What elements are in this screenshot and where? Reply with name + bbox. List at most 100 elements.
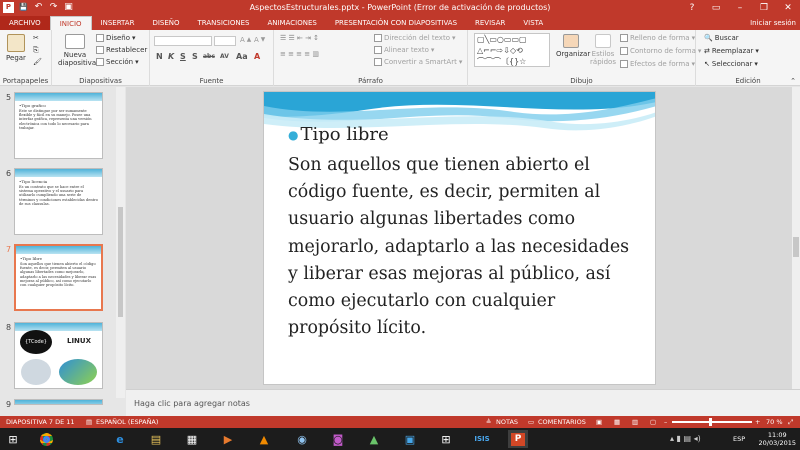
reading-view-icon[interactable]: ▥ bbox=[632, 418, 638, 426]
align-buttons[interactable]: ≡ ≡ ≡ ≡ ▥ bbox=[280, 50, 319, 58]
start-button[interactable]: ⊞ bbox=[3, 430, 23, 448]
bold-button[interactable]: N bbox=[156, 52, 163, 61]
text-direction-button[interactable]: Dirección del texto ▾ bbox=[374, 34, 456, 42]
slide-thumbnail-7[interactable]: •Tipo libre Son aquellos que tienen abie… bbox=[14, 244, 103, 311]
bullets-button[interactable]: ☰ ☰ ⇤ ⇥ ↕ bbox=[280, 34, 319, 42]
normal-view-icon[interactable]: ▣ bbox=[596, 418, 602, 426]
comments-icon[interactable]: ▭ bbox=[528, 418, 534, 426]
vlc-icon[interactable]: ▲ bbox=[254, 430, 274, 448]
webcam-icon[interactable]: ◉ bbox=[292, 430, 312, 448]
zoom-slider[interactable] bbox=[672, 418, 752, 426]
layout-button[interactable]: Diseño ▾ bbox=[96, 34, 136, 42]
italic-button[interactable]: K bbox=[168, 52, 174, 61]
tab-inicio[interactable]: INICIO bbox=[49, 16, 92, 30]
network-icon[interactable]: ⊞ bbox=[436, 430, 456, 448]
shrink-font-button[interactable]: A ▼ bbox=[254, 36, 265, 44]
smartart-button[interactable]: Convertir a SmartArt ▾ bbox=[374, 58, 462, 66]
align-text-button[interactable]: Alinear texto ▾ bbox=[374, 46, 434, 54]
slide-title[interactable]: ● Tipo libre bbox=[288, 124, 389, 145]
tab-vista[interactable]: VISTA bbox=[514, 16, 552, 30]
camera-icon[interactable]: ◙ bbox=[328, 430, 348, 448]
help-button[interactable]: ? bbox=[680, 0, 704, 16]
find-button[interactable]: 🔍 Buscar bbox=[704, 34, 739, 42]
zoom-out-icon[interactable]: – bbox=[664, 418, 667, 426]
slideshow-view-icon[interactable]: ▢ bbox=[650, 418, 656, 426]
tab-transiciones[interactable]: TRANSICIONES bbox=[189, 16, 259, 30]
replace-button[interactable]: ⇄ Reemplazar ▾ bbox=[704, 47, 759, 55]
zoom-slider-thumb[interactable] bbox=[709, 418, 713, 426]
select-button[interactable]: ↖ Seleccionar ▾ bbox=[704, 60, 758, 68]
font-name-select[interactable] bbox=[154, 36, 212, 46]
shadow-button[interactable]: S bbox=[192, 52, 198, 61]
slide-thumbnail-9[interactable] bbox=[14, 399, 103, 405]
sign-in-link[interactable]: Iniciar sesión bbox=[750, 16, 796, 30]
clock[interactable]: 11:09 20/03/2015 bbox=[759, 431, 796, 447]
cisco-icon[interactable]: ▣ bbox=[400, 430, 420, 448]
ie-icon[interactable]: e bbox=[110, 430, 130, 448]
shape-fill-button[interactable]: Relleno de forma ▾ bbox=[620, 34, 695, 42]
current-slide[interactable]: ● Tipo libre Son aquellos que tienen abi… bbox=[263, 91, 656, 385]
media-icon[interactable]: ▶ bbox=[218, 430, 238, 448]
slide-thumbnail-5[interactable]: •Tipo grafico Este se distingue por ser … bbox=[14, 92, 103, 159]
font-size-select[interactable] bbox=[214, 36, 236, 46]
powerpoint-icon[interactable]: P bbox=[508, 430, 528, 448]
cut-button[interactable]: ✂ bbox=[33, 34, 39, 42]
zoom-in-icon[interactable]: + bbox=[755, 418, 760, 426]
notes-pane[interactable]: Haga clic para agregar notas bbox=[126, 389, 800, 416]
zoom-level[interactable]: 70 % bbox=[766, 418, 783, 426]
notes-toggle[interactable]: NOTAS bbox=[496, 418, 518, 426]
tab-insertar[interactable]: INSERTAR bbox=[92, 16, 144, 30]
underline-button[interactable]: S bbox=[180, 52, 186, 61]
film-icon[interactable]: ▦ bbox=[182, 430, 202, 448]
slide-thumbnail-8[interactable]: {TCode} LINUX bbox=[14, 322, 103, 389]
quick-styles-button[interactable]: Estilos rápidos bbox=[588, 34, 618, 66]
paste-button[interactable]: Pegar bbox=[5, 34, 27, 62]
collapse-ribbon-icon[interactable]: ⌃ bbox=[790, 77, 796, 85]
thumbnails-scroll-thumb[interactable] bbox=[118, 207, 123, 317]
arrange-button[interactable]: Organizar bbox=[556, 34, 590, 58]
chrome-icon[interactable] bbox=[36, 430, 56, 448]
paragraph-label: Párrafo bbox=[358, 77, 383, 85]
tab-diseno[interactable]: DISEÑO bbox=[143, 16, 188, 30]
editor-scrollbar[interactable] bbox=[792, 87, 800, 389]
new-slide-button[interactable]: Nueva diapositiva bbox=[58, 34, 96, 67]
restore-button[interactable]: ❐ bbox=[752, 0, 776, 16]
char-spacing-button[interactable]: AV bbox=[220, 53, 229, 60]
ribbon-display-button[interactable]: ▭ bbox=[704, 0, 728, 16]
language-status[interactable]: ESPAÑOL (ESPAÑA) bbox=[96, 418, 158, 426]
thumbnails-scrollbar[interactable] bbox=[116, 87, 125, 398]
grow-font-button[interactable]: A ▲ bbox=[240, 36, 251, 44]
section-button[interactable]: Sección ▾ bbox=[96, 58, 139, 66]
tab-revisar[interactable]: REVISAR bbox=[466, 16, 514, 30]
isis-icon[interactable]: ISIS bbox=[472, 430, 492, 448]
editor-scroll-thumb[interactable] bbox=[793, 237, 799, 257]
reset-button[interactable]: Restablecer bbox=[96, 46, 147, 54]
tab-presentacion[interactable]: PRESENTACIÓN CON DIAPOSITIVAS bbox=[326, 16, 466, 30]
close-button[interactable]: ✕ bbox=[776, 0, 800, 16]
slide-thumbnails-panel[interactable]: 5 •Tipo grafico Este se distingue por se… bbox=[0, 87, 125, 409]
fit-slide-icon[interactable]: ⤢ bbox=[788, 418, 793, 427]
tray-icons[interactable]: ▴ ▮ ▤ ◂) bbox=[670, 434, 701, 443]
input-language[interactable]: ESP bbox=[733, 435, 745, 443]
thumb-text: Es un contrato que se hace entre el sist… bbox=[19, 185, 98, 206]
spellcheck-icon[interactable]: ▤ bbox=[86, 418, 92, 426]
shape-effects-button[interactable]: Efectos de forma ▾ bbox=[620, 60, 695, 68]
strikethrough-button[interactable]: abc bbox=[203, 53, 215, 60]
copy-button[interactable]: ⎘ bbox=[33, 46, 39, 55]
slides-group: Nueva diapositiva Diseño ▾ Restablecer S… bbox=[52, 30, 150, 86]
minimize-button[interactable]: – bbox=[728, 0, 752, 16]
shapes-gallery[interactable]: ▢╲▭○▭▭▢ △⌐⌐⇨⇩◇⟲ ⌒⌒⌒〔{}☆ bbox=[474, 33, 550, 67]
slide-body-text[interactable]: Son aquellos que tienen abierto el códig… bbox=[288, 152, 640, 342]
files-icon[interactable]: ▤ bbox=[146, 430, 166, 448]
font-color-button[interactable]: A bbox=[254, 52, 260, 61]
tab-animaciones[interactable]: ANIMACIONES bbox=[258, 16, 325, 30]
notes-icon[interactable]: ≜ bbox=[486, 418, 491, 426]
comments-toggle[interactable]: COMENTARIOS bbox=[538, 418, 586, 426]
change-case-button[interactable]: Aa bbox=[236, 52, 248, 61]
shape-outline-button[interactable]: Contorno de forma ▾ bbox=[620, 47, 701, 55]
sorter-view-icon[interactable]: ▦ bbox=[614, 418, 620, 426]
chart-icon[interactable]: ▲ bbox=[364, 430, 384, 448]
format-painter-button[interactable]: 🖌 bbox=[33, 58, 42, 66]
slide-thumbnail-6[interactable]: •Tipo licencia Es un contrato que se hac… bbox=[14, 168, 103, 235]
tab-archivo[interactable]: ARCHIVO bbox=[0, 16, 50, 30]
